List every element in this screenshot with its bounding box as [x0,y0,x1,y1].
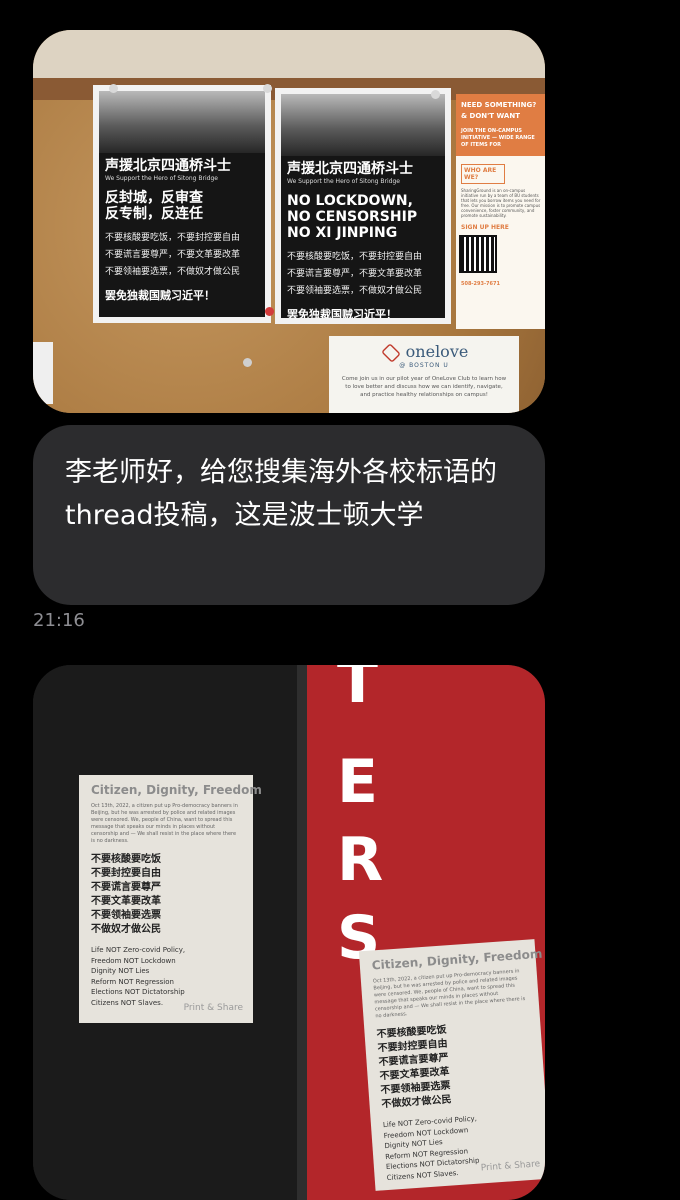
poster-slogan: 反封城，反审查 反专制，反连任 [105,190,203,222]
pushpin [265,307,274,316]
flyer-signup: SIGN UP HERE [461,224,509,231]
heart-icon [380,342,401,363]
pushpin [109,84,118,93]
bridge-photo [281,94,445,156]
flyer-chinese-slogans: 不要核酸要吃饭 不要封控要自由 不要谎言要尊严 不要文革要改革 不要领袖要选票 … [376,1024,452,1111]
pushpin [243,358,252,367]
onelove-flyer: onelove @ BOSTON U Come join us in our p… [329,336,519,413]
poster-lines: 不要核酸要吃饭，不要封控要自由 不要谎言要尊严，不要文革要改革 不要领袖要选票，… [287,252,423,296]
protest-poster-chinese: 声援北京四通桥斗士 We Support the Hero of Sitong … [93,85,271,323]
paper-scrap [33,342,53,404]
flyer-who: WHO ARE WE? [461,164,505,184]
citizen-dignity-freedom-flyer: Citizen, Dignity, Freedom Oct 13th, 2022… [79,775,262,1023]
door-letter: R [337,825,384,895]
poster-lines: 不要核酸要吃饭，不要封控要自由 不要谎言要尊严，不要文革要改革 不要领袖要选票，… [105,233,241,277]
wall [33,30,545,80]
poster-footer: 罢免独裁国贼习近平！ [105,289,215,302]
flyer-body: SharingGround is an on-campus initiative… [461,188,541,218]
flyer-body: Oct 13th, 2022, a citizen put up Pro-dem… [91,803,238,844]
onelove-logo: onelove [405,342,469,361]
flyer-phone: 508-293-7671 [461,281,500,287]
citizen-dignity-freedom-flyer: Citizen, Dignity, Freedom Oct 13th, 2022… [358,939,545,1191]
poster-footer: 罢免独裁国贼习近平！ [287,308,397,318]
bridge-photo [99,91,265,153]
poster-title: 声援北京四通桥斗士 [105,158,231,174]
photo-message-bulletin-board[interactable]: 声援北京四通桥斗士 We Support the Hero of Sitong … [33,30,545,413]
protest-poster-english: 声援北京四通桥斗士 We Support the Hero of Sitong … [275,88,451,324]
poster-subtitle: We Support the Hero of Sitong Bridge [105,175,218,182]
flyer-english-slogans: Life NOT Zero-covid Policy, Freedom NOT … [91,946,186,1007]
door-letter: T [337,665,378,717]
qr-code-icon [459,235,497,273]
poster-slogan: NO LOCKDOWN, NO CENSORSHIP NO XI JINPING [287,193,418,241]
sharing-ground-flyer: NEED SOMETHING? & DON'T WANT JOIN THE ON… [456,94,545,329]
poster-title: 声援北京四通桥斗士 [287,161,413,177]
pushpin [431,90,440,99]
flyer-share: Print & Share [183,1003,243,1013]
photo-message-doors[interactable]: T E R S Citizen, Dignity, Freedom Oct 13… [33,665,545,1200]
onelove-text: Come join us in our pilot year of OneLov… [341,375,507,398]
message-timestamp: 21:16 [33,610,85,631]
message-text: 李老师好，给您搜集海外各校标语的thread投稿，这是波士顿大学 [65,457,497,531]
flyer-chinese-slogans: 不要核酸要吃饭 不要封控要自由 不要谎言要尊严 不要文革要改革 不要领袖要选票 … [91,854,161,935]
message-bubble[interactable]: 李老师好，给您搜集海外各校标语的thread投稿，这是波士顿大学 [33,425,545,605]
onelove-at: @ BOSTON U [399,361,449,369]
pushpin [263,84,272,93]
flyer-heading: NEED SOMETHING? & DON'T WANT [461,101,537,120]
door-letter: E [337,747,378,817]
flyer-sub: JOIN THE ON-CAMPUS INITIATIVE — WIDE RAN… [461,128,535,148]
flyer-title: Citizen, Dignity, Freedom [91,783,262,797]
door-gap [297,665,307,1200]
poster-subtitle: We Support the Hero of Sitong Bridge [287,178,400,185]
